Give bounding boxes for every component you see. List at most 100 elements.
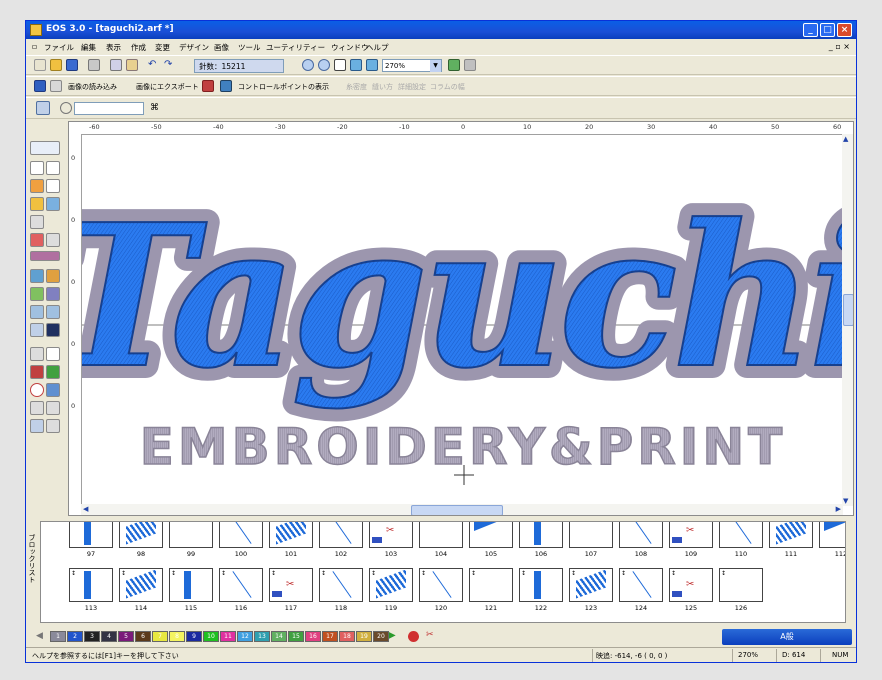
angle-input[interactable] <box>74 102 144 115</box>
menu-tools[interactable]: ツール <box>238 42 261 53</box>
thread-swatch[interactable]: 18 <box>339 631 355 642</box>
fill-tool-icon[interactable] <box>46 197 60 211</box>
menu-create[interactable]: 作成 <box>131 42 146 53</box>
thread-swatch[interactable]: 2 <box>67 631 83 642</box>
menu-view[interactable]: 表示 <box>106 42 121 53</box>
tatami-tool-icon[interactable] <box>30 287 44 301</box>
thread-swatch[interactable]: 1 <box>50 631 66 642</box>
block-thumbnail[interactable]: ↕ <box>569 522 613 548</box>
magnify-tool-icon[interactable] <box>30 215 44 229</box>
block-thumbnail[interactable]: ↕ <box>69 522 113 548</box>
fit-icon[interactable] <box>350 59 362 71</box>
thread-swatch[interactable]: 7 <box>152 631 168 642</box>
zoom-out-icon[interactable] <box>318 59 330 71</box>
block-thumbnail[interactable]: ↕✂ <box>669 568 713 602</box>
crosshair-tool-icon[interactable] <box>46 347 60 361</box>
scroll-left-icon[interactable]: ◀ <box>83 505 88 513</box>
open-icon[interactable] <box>50 59 62 71</box>
undo-icon[interactable]: ↶ <box>148 59 160 71</box>
thread-swatch[interactable]: 15 <box>288 631 304 642</box>
menu-design[interactable]: デザイン <box>179 42 209 53</box>
menu-modify[interactable]: 変更 <box>155 42 170 53</box>
block-thumbnail[interactable]: ↕ <box>719 568 763 602</box>
stop-icon[interactable] <box>408 631 419 642</box>
zoom-in-icon[interactable] <box>302 59 314 71</box>
density-button[interactable]: 糸密度 <box>346 82 367 92</box>
hand-tool-icon[interactable] <box>30 179 44 193</box>
pen-icon[interactable] <box>202 80 214 92</box>
minimize-button[interactable]: _ <box>803 23 818 37</box>
image-icon[interactable] <box>50 80 62 92</box>
play-icon[interactable]: ▶ <box>388 630 396 641</box>
thread-swatch[interactable]: 9 <box>186 631 202 642</box>
scroll-down-icon[interactable]: ▼ <box>843 497 848 505</box>
column-width-button[interactable]: コラムの幅 <box>430 82 465 92</box>
circle-tool-icon[interactable] <box>30 383 44 397</box>
block-thumbnail[interactable]: ↕ <box>269 522 313 548</box>
pan-icon[interactable] <box>448 59 460 71</box>
thread-swatch[interactable]: 11 <box>220 631 236 642</box>
title-bar[interactable]: EOS 3.0 - [taguchi2.arf *] _ □ × <box>26 21 856 39</box>
scroll-up-icon[interactable]: ▲ <box>843 135 848 143</box>
group-tool-icon[interactable] <box>46 401 60 415</box>
doc-icon[interactable]: ▫ <box>32 42 37 51</box>
scroll-right-icon[interactable]: ▶ <box>836 505 841 513</box>
thread-swatch[interactable]: 17 <box>322 631 338 642</box>
text-tool-icon[interactable] <box>30 197 44 211</box>
select-mode-icon[interactable] <box>36 101 50 115</box>
view-tool-icon[interactable] <box>46 419 60 433</box>
block-thumbnail[interactable]: ↕ <box>769 522 813 548</box>
refresh-icon[interactable] <box>464 59 476 71</box>
menu-image[interactable]: 画像 <box>214 42 229 53</box>
thread-swatch[interactable]: 4 <box>101 631 117 642</box>
scissors-icon[interactable]: ✂ <box>426 630 434 640</box>
zoom-select[interactable]: 270% ▼ <box>382 59 442 72</box>
vertical-scrollbar[interactable]: ▲ ▼ <box>842 134 853 506</box>
thread-swatch[interactable]: 5 <box>118 631 134 642</box>
pin-icon[interactable]: ⌘ <box>150 102 162 114</box>
block-thumbnail[interactable]: ↕ <box>69 568 113 602</box>
paste-icon[interactable] <box>126 59 138 71</box>
menu-edit[interactable]: 編集 <box>81 42 96 53</box>
warning-tool-icon[interactable] <box>46 269 60 283</box>
arrow-icon[interactable] <box>34 80 46 92</box>
block-thumbnail[interactable]: ↕ <box>469 568 513 602</box>
mdi-controls[interactable]: _ ▫ × <box>829 42 850 51</box>
zoom-box-icon[interactable] <box>366 59 378 71</box>
menu-window[interactable]: ウィンドウ <box>331 42 369 53</box>
block-thumbnail[interactable]: ↕ <box>319 568 363 602</box>
block-thumbnail[interactable]: ↕✂ <box>369 522 413 548</box>
block-thumbnail[interactable]: ↕ <box>119 568 163 602</box>
block-thumbnail[interactable]: ↕ <box>619 568 663 602</box>
chevron-down-icon[interactable]: ▼ <box>430 60 441 72</box>
embroidery-design[interactable]: Taguchi Taguchi EMBROIDERY&PRINT <box>82 135 844 493</box>
block-thumbnail[interactable]: ↕ <box>319 522 363 548</box>
block-thumbnail[interactable]: ↕ <box>419 568 463 602</box>
grid-icon[interactable] <box>334 59 346 71</box>
layer-tool-icon[interactable] <box>30 401 44 415</box>
block-thumbnail[interactable]: ↕ <box>169 522 213 548</box>
close-button[interactable]: × <box>837 23 852 37</box>
node-icon[interactable] <box>220 80 232 92</box>
start-tool-icon[interactable] <box>46 365 60 379</box>
redo-icon[interactable]: ↷ <box>164 59 176 71</box>
menu-file[interactable]: ファイル <box>44 42 74 53</box>
copy-icon[interactable] <box>110 59 122 71</box>
stitch-type-button[interactable]: 縫い方 <box>372 82 393 92</box>
design-canvas[interactable]: -60 -50 -40 -30 -20 -10 0 10 20 30 40 50 60 0 0 0 0 0 Ta… <box>68 121 854 516</box>
select-tool-icon[interactable] <box>30 161 44 175</box>
thread-swatch[interactable]: 12 <box>237 631 253 642</box>
print-icon[interactable] <box>88 59 100 71</box>
thread-swatch[interactable]: 19 <box>356 631 372 642</box>
menu-utility[interactable]: ユーティリティー <box>266 42 325 53</box>
thread-swatch[interactable]: 3 <box>84 631 100 642</box>
lock-tool-icon[interactable] <box>30 419 44 433</box>
cut-tool-icon[interactable] <box>30 233 44 247</box>
block-thumbnail[interactable]: ↕ <box>619 522 663 548</box>
maximize-button[interactable]: □ <box>820 23 835 37</box>
vscroll-thumb[interactable] <box>843 294 853 326</box>
thread-swatch[interactable]: 6 <box>135 631 151 642</box>
block-thumbnail[interactable]: ↕ <box>369 568 413 602</box>
knife-tool-icon[interactable] <box>46 233 60 247</box>
block-thumbnail[interactable]: ↕ <box>119 522 163 548</box>
